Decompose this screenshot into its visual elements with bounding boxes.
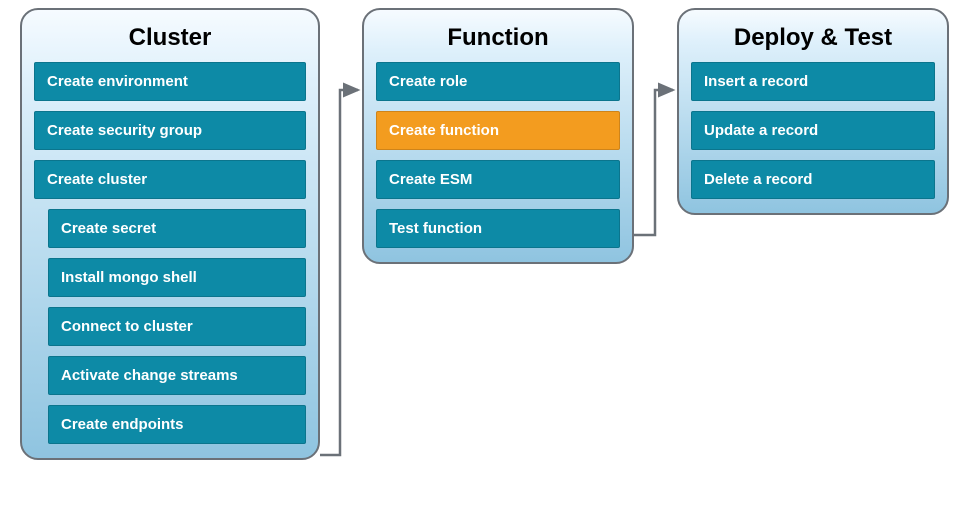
arrow-function-to-deploy: [0, 0, 965, 505]
diagram-stage: Cluster Create environment Create securi…: [0, 0, 965, 505]
